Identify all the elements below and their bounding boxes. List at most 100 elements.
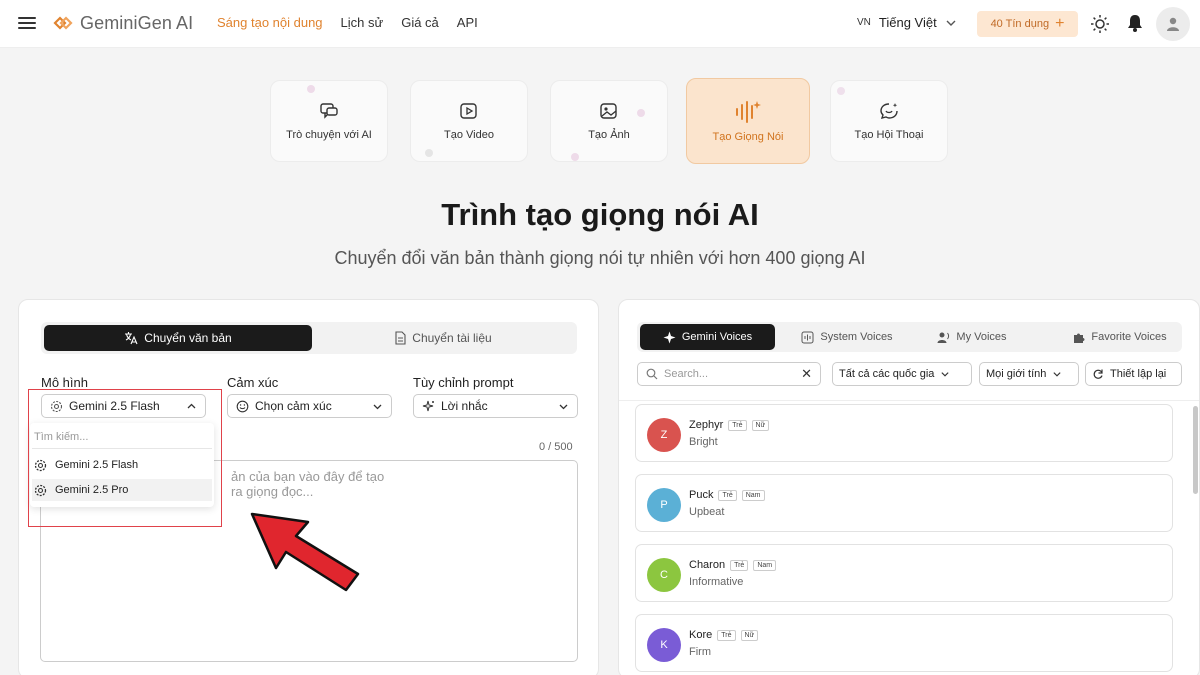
prompt-select-value: Lời nhắc <box>441 399 488 413</box>
dialog-icon <box>880 103 898 119</box>
top-header: GeminiGen AI Sáng tạo nội dung Lịch sử G… <box>0 0 1200 48</box>
tool-card-dialog[interactable]: Tạo Hội Thoại <box>830 80 948 162</box>
chevron-down-icon <box>559 404 568 409</box>
nav-api[interactable]: API <box>457 15 478 30</box>
tab-label: My Voices <box>956 331 1007 343</box>
tab-favorite-voices[interactable]: Favorite Voices <box>1057 324 1182 350</box>
tool-label: Tạo Video <box>444 129 494 141</box>
emotion-select-value: Chọn cảm xúc <box>255 399 332 413</box>
voice-description: Informative <box>689 576 744 588</box>
annotation-arrow <box>250 512 360 592</box>
voice-name: Zephyr <box>689 419 724 431</box>
voice-card[interactable]: K Kore Trẻ Nữ Firm <box>635 614 1173 672</box>
voice-search-input[interactable]: Search... ✕ <box>637 362 821 386</box>
voice-card[interactable]: C Charon Trẻ Nam Informative <box>635 544 1173 602</box>
document-icon <box>395 331 406 345</box>
voice-wave-icon <box>736 101 761 123</box>
person-voice-icon <box>937 332 950 343</box>
credits-label: 40 Tín dụng <box>990 18 1050 30</box>
sparkle-icon <box>422 400 434 411</box>
voice-description: Firm <box>689 646 711 658</box>
tab-gemini-voices[interactable]: Gemini Voices <box>640 324 775 350</box>
plus-icon: + <box>1055 15 1065 32</box>
voice-card[interactable]: P Puck Trẻ Nam Upbeat <box>635 474 1173 532</box>
tool-label: Tạo Giọng Nói <box>712 131 784 143</box>
prompt-label: Tùy chỉnh prompt <box>413 375 514 390</box>
voice-tabs: Gemini Voices System Voices My Voices Fa… <box>637 322 1182 352</box>
logo-icon <box>53 16 73 30</box>
tool-card-chat[interactable]: Trò chuyện với AI <box>270 80 388 162</box>
annotation-highlight-box <box>28 389 222 527</box>
country-filter-label: Tất cả các quốc gia <box>839 368 935 380</box>
voice-name: Kore <box>689 629 713 641</box>
audio-wave-icon <box>801 331 814 343</box>
main-nav: Sáng tạo nội dung Lịch sử Giá cả API <box>217 15 478 30</box>
page-subtitle: Chuyển đổi văn bản thành giọng nói tự nh… <box>334 248 866 268</box>
gender-filter-label: Mọi giới tính <box>986 368 1047 380</box>
tool-card-image[interactable]: Tạo Ảnh <box>550 80 668 162</box>
tab-system-voices[interactable]: System Voices <box>787 324 907 350</box>
voice-description: Upbeat <box>689 506 725 518</box>
sun-icon[interactable] <box>1090 14 1110 34</box>
chevron-down-icon <box>373 404 382 409</box>
language-selector[interactable]: VN Tiếng Việt <box>857 15 957 30</box>
mode-text-button[interactable]: Chuyển văn bản <box>44 325 312 351</box>
voice-name: Charon <box>689 559 726 571</box>
sparkle-icon <box>663 331 676 343</box>
clear-icon[interactable]: ✕ <box>801 366 812 382</box>
mode-document-label: Chuyển tài liệu <box>412 331 492 345</box>
gender-tag: Nam <box>741 489 765 501</box>
tool-label: Trò chuyện với AI <box>286 129 372 141</box>
image-icon <box>600 103 617 119</box>
voice-avatar: C <box>647 558 681 592</box>
mode-text-label: Chuyển văn bản <box>144 331 232 345</box>
age-tag: Trẻ <box>728 419 747 431</box>
voice-avatar: P <box>647 488 681 522</box>
tab-label: Favorite Voices <box>1091 331 1167 343</box>
chevron-down-icon <box>946 20 956 26</box>
reset-filters-button[interactable]: Thiết lập lại <box>1085 362 1182 386</box>
language-label: Tiếng Việt <box>878 15 937 30</box>
logo[interactable]: GeminiGen AI <box>52 12 193 34</box>
tool-label: Tạo Ảnh <box>588 129 630 141</box>
tab-label: Gemini Voices <box>681 331 753 343</box>
scrollbar[interactable] <box>1193 406 1198 494</box>
gender-filter[interactable]: Mọi giới tính <box>979 362 1079 386</box>
tool-label: Tạo Hội Thoại <box>854 129 924 141</box>
user-icon <box>1167 17 1179 31</box>
logo-text: GeminiGen AI <box>80 12 194 33</box>
nav-create-content[interactable]: Sáng tạo nội dung <box>217 15 323 30</box>
tool-cards: Trò chuyện với AI Tạo Video Tạo Ảnh Tạo … <box>270 78 950 164</box>
tab-my-voices[interactable]: My Voices <box>922 324 1022 350</box>
page-title: Trình tạo giọng nói AI <box>441 197 759 232</box>
mode-switch: Chuyển văn bản Chuyển tài liệu <box>41 322 577 354</box>
divider <box>619 400 1199 401</box>
voice-name: Puck <box>689 489 714 501</box>
voice-description: Bright <box>689 436 718 448</box>
mode-document-button[interactable]: Chuyển tài liệu <box>309 325 577 351</box>
age-tag: Trẻ <box>730 559 749 571</box>
chat-icon <box>320 103 338 119</box>
search-icon <box>646 368 658 380</box>
age-tag: Trẻ <box>717 629 736 641</box>
nav-history[interactable]: Lịch sử <box>341 15 384 30</box>
tool-card-video[interactable]: Tạo Video <box>410 80 528 162</box>
bell-icon[interactable] <box>1125 13 1145 33</box>
hamburger-menu-icon[interactable] <box>18 14 36 32</box>
voice-card[interactable]: Z Zephyr Trẻ Nữ Bright <box>635 404 1173 462</box>
gender-tag: Nữ <box>751 419 770 431</box>
country-filter[interactable]: Tất cả các quốc gia <box>832 362 972 386</box>
credits-button[interactable]: 40 Tín dụng + <box>977 11 1078 37</box>
translate-icon <box>125 332 138 345</box>
nav-pricing[interactable]: Giá cả <box>401 15 439 30</box>
voice-avatar: Z <box>647 418 681 452</box>
tool-card-voice[interactable]: Tạo Giọng Nói <box>686 78 810 164</box>
prompt-select[interactable]: Lời nhắc <box>413 394 578 418</box>
reset-label: Thiết lập lại <box>1110 368 1167 380</box>
chevron-down-icon <box>941 372 949 377</box>
emotion-select[interactable]: Chọn cảm xúc <box>227 394 392 418</box>
gender-tag: Nam <box>753 559 777 571</box>
voice-avatar: K <box>647 628 681 662</box>
video-icon <box>460 103 477 119</box>
user-avatar[interactable] <box>1156 7 1190 41</box>
